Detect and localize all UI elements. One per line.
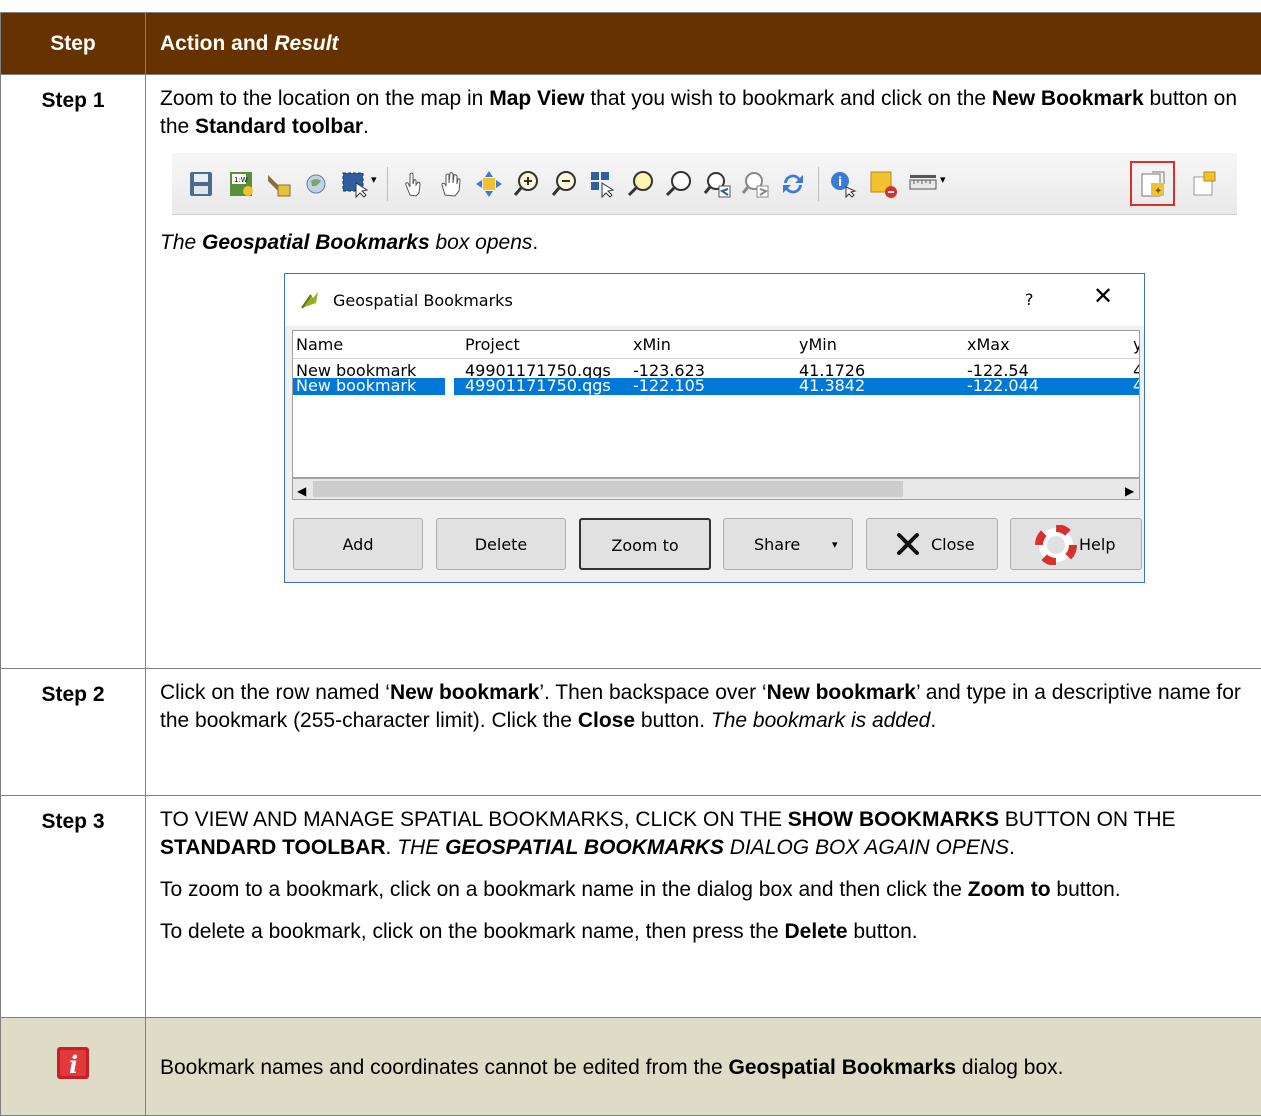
zoom-to-layer-icon[interactable] (626, 169, 656, 199)
delete-button[interactable]: Delete (436, 518, 566, 570)
dialog-title: Geospatial Bookmarks (333, 291, 513, 311)
pan-to-selection-icon[interactable] (264, 169, 294, 199)
close-button[interactable]: Close (866, 518, 998, 570)
identify-features-icon[interactable]: i (828, 169, 858, 199)
table-header (293, 331, 1139, 359)
help-button[interactable]: Help (1010, 518, 1142, 570)
share-dropdown-arrow-icon: ▾ (832, 519, 838, 571)
show-bookmarks-icon[interactable] (1190, 169, 1220, 199)
step-3-row: Step 3 To view and manage spatial bookma… (1, 796, 1261, 1018)
step-2-label: Step 2 (1, 669, 146, 796)
toolbar-separator (818, 167, 819, 201)
svg-text:1:W: 1:W (234, 176, 248, 184)
close-button-label: Close (931, 535, 975, 554)
note-row: i Bookmark names and coordinates cannot … (1, 1018, 1261, 1116)
close-x-icon (895, 531, 921, 557)
step-3-paragraph-2: To zoom to a bookmark, click on a bookma… (160, 876, 1247, 904)
step-2-text: Click on the row named ‘New bookmark’. T… (160, 679, 1247, 735)
geospatial-bookmarks-dialog: Geospatial Bookmarks ? ✕ Name Project xM… (284, 273, 1145, 583)
lifebuoy-icon (1035, 525, 1077, 565)
info-icon: i (55, 1045, 91, 1081)
share-button-label: Share (754, 535, 800, 554)
note-icon-cell: i (1, 1018, 146, 1116)
scrollbar-thumb[interactable] (313, 481, 903, 497)
zoom-out-icon[interactable] (550, 169, 580, 199)
measure-dropdown-arrow-icon[interactable]: ▾ (940, 175, 946, 186)
touch-zoom-icon[interactable] (398, 169, 428, 199)
table-row-2-ymin[interactable]: 41.3842 (799, 377, 865, 395)
toolbar-separator (387, 167, 388, 201)
identify-globe-icon[interactable] (302, 169, 332, 199)
column-header-name[interactable]: Name (296, 335, 343, 355)
step-1-result: The Geospatial Bookmarks box opens. (160, 229, 1247, 257)
svg-text:i: i (69, 1050, 78, 1079)
standard-toolbar: 1:W ▾ (172, 153, 1237, 215)
svg-text:✦: ✦ (1154, 186, 1162, 197)
header-action: Action and Result (146, 13, 1261, 75)
step-3-label: Step 3 (1, 796, 146, 1018)
table-header-row: Step Action and Result (1, 13, 1261, 75)
column-header-xmax[interactable]: xMax (967, 335, 1010, 355)
scroll-left-icon[interactable]: ◀ (297, 481, 306, 501)
zoom-full-icon[interactable] (664, 169, 694, 199)
note-text: Bookmark names and coordinates cannot be… (160, 1054, 1247, 1082)
new-print-layout-icon[interactable]: 1:W (226, 169, 256, 199)
measure-icon[interactable] (908, 169, 938, 199)
zoom-in-icon[interactable] (512, 169, 542, 199)
table-row-2-xmin[interactable]: -122.105 (633, 377, 705, 395)
save-icon[interactable] (186, 169, 216, 199)
table-row-2-name[interactable]: New bookmark (296, 377, 416, 395)
qgis-logo-icon (299, 289, 321, 311)
dialog-close-icon[interactable]: ✕ (1093, 286, 1113, 306)
step-2-action: Click on the row named ‘New bookmark’. T… (146, 669, 1261, 796)
zoom-next-icon[interactable] (740, 169, 770, 199)
pan-map-icon[interactable] (474, 169, 504, 199)
refresh-icon[interactable] (778, 169, 808, 199)
help-button-label: Help (1079, 535, 1115, 554)
instruction-table: Step Action and Result Step 1 Zoom to th… (0, 12, 1261, 1116)
zoom-to-button[interactable]: Zoom to (579, 518, 711, 570)
step-1-action: Zoom to the location on the map in Map V… (146, 75, 1261, 669)
pan-hand-icon[interactable] (436, 169, 466, 199)
note-text-cell: Bookmark names and coordinates cannot be… (146, 1018, 1261, 1116)
dialog-title-bar: Geospatial Bookmarks ? ✕ (285, 274, 1144, 326)
zoom-last-icon[interactable] (702, 169, 732, 199)
step-3-action: To view and manage spatial bookmarks, cl… (146, 796, 1261, 1018)
step-1-text: Zoom to the location on the map in Map V… (160, 85, 1247, 141)
step-2-row: Step 2 Click on the row named ‘New bookm… (1, 669, 1261, 796)
step-1-row: Step 1 Zoom to the location on the map i… (1, 75, 1261, 669)
share-button[interactable]: Share ▾ (723, 518, 853, 570)
step-3-paragraph-1: To view and manage spatial bookmarks, cl… (160, 806, 1247, 862)
step-3-paragraph-3: To delete a bookmark, click on the bookm… (160, 918, 1247, 946)
zoom-to-selection-icon[interactable] (588, 169, 618, 199)
horizontal-scrollbar[interactable]: ◀ ▶ (292, 478, 1140, 500)
bookmarks-table: Name Project xMin yMin xMax yM New bookm… (292, 330, 1140, 478)
column-header-project[interactable]: Project (465, 335, 520, 355)
deselect-icon[interactable] (868, 169, 898, 199)
select-features-icon[interactable] (340, 169, 370, 199)
column-header-ymin[interactable]: yMin (799, 335, 837, 355)
header-step: Step (1, 13, 146, 75)
dialog-help-button[interactable]: ? (1025, 290, 1034, 310)
table-row-2-xmax[interactable]: -122.044 (967, 377, 1039, 395)
table-row-2-project[interactable]: 49901171750.qgs (465, 377, 611, 395)
add-button[interactable]: Add (293, 518, 423, 570)
table-row-2-ymax[interactable]: 4 (1133, 377, 1140, 395)
svg-text:i: i (838, 175, 842, 189)
column-header-ymax[interactable]: yM (1133, 335, 1140, 355)
step-1-label: Step 1 (1, 75, 146, 669)
column-header-xmin[interactable]: xMin (633, 335, 671, 355)
select-dropdown-arrow-icon[interactable]: ▾ (371, 175, 377, 186)
scroll-right-icon[interactable]: ▶ (1125, 481, 1134, 501)
new-bookmark-icon[interactable]: ✦ (1138, 169, 1168, 199)
